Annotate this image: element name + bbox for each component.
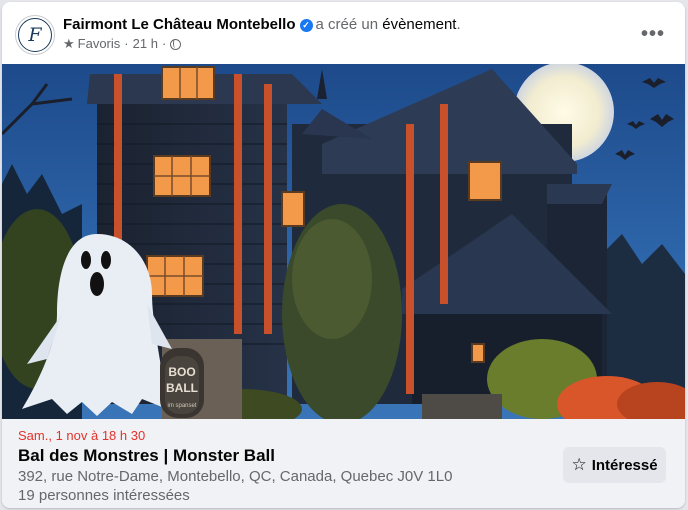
sign-text-line1: BOO — [168, 365, 195, 379]
event-link[interactable]: évènement — [382, 16, 456, 33]
post-meta: ★ Favoris · 21 h · — [63, 36, 182, 52]
event-cover-image[interactable]: BOO BALL im spanset — [2, 64, 685, 419]
sign-text-line3: im spanset — [167, 403, 196, 409]
star-icon: ★ — [63, 36, 75, 51]
more-options-button[interactable]: ••• — [635, 20, 671, 48]
more-options-icon: ••• — [640, 22, 665, 45]
audience-label: Favoris — [77, 36, 121, 51]
post-timestamp[interactable]: 21 h — [133, 36, 158, 52]
meta-separator-2: · — [161, 36, 167, 51]
event-date: Sam., 1 nov à 18 h 30 — [18, 428, 146, 443]
event-details[interactable]: Sam., 1 nov à 18 h 30 Bal des Monstres |… — [2, 419, 685, 508]
sign-text-line2: BALL — [166, 381, 198, 395]
action-text: a créé un — [315, 16, 379, 33]
interested-button[interactable]: ☆ Intéressé — [563, 447, 666, 483]
interested-count: 19 personnes intéressées — [18, 487, 190, 504]
verified-badge-icon: ✓ — [299, 19, 313, 32]
post-title-line: Fairmont Le Château Montebello ✓ a créé un… — [63, 15, 461, 35]
event-title[interactable]: Bal des Monstres | Monster Ball — [18, 445, 275, 467]
page-name-link[interactable]: Fairmont Le Château Montebello — [63, 16, 296, 33]
star-outline-icon: ☆ — [571, 455, 587, 474]
page-avatar[interactable]: F — [15, 15, 55, 55]
globe-icon — [170, 38, 182, 50]
meta-separator: · — [124, 36, 129, 51]
post-header: F Fairmont Le Château Montebello ✓ a créé … — [2, 2, 685, 64]
avatar-logo-icon: F — [18, 18, 52, 52]
halloween-castle-illustration: BOO BALL im spanset — [2, 64, 685, 419]
event-post-card: F Fairmont Le Château Montebello ✓ a créé … — [2, 2, 685, 508]
event-address: 392, rue Notre-Dame, Montebello, QC, Can… — [18, 468, 453, 485]
interested-button-label: Intéressé — [591, 456, 658, 474]
action-suffix: . — [456, 16, 461, 33]
